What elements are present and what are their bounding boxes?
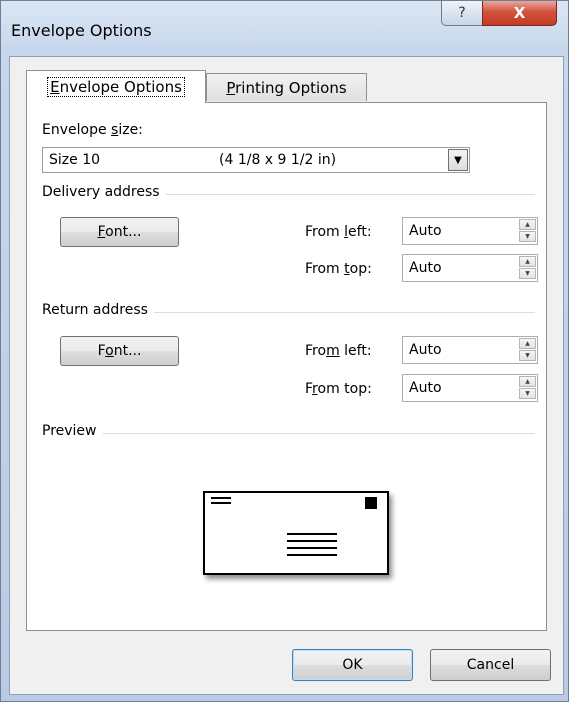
close-icon: X [513, 4, 526, 22]
spin-down-icon[interactable]: ▼ [519, 231, 536, 242]
spinner-value: Auto [409, 380, 442, 396]
spin-down-icon[interactable]: ▼ [519, 350, 536, 361]
return-address-line [211, 502, 231, 504]
envelope-size-name: Size 10 [49, 152, 101, 168]
spinner-value: Auto [409, 342, 442, 358]
delivery-address-line [287, 547, 337, 549]
envelope-options-panel: Envelope size: Size 10 (4 1/8 x 9 1/2 in… [26, 102, 547, 631]
delivery-from-top-spinner[interactable]: Auto ▲ ▼ [402, 254, 538, 282]
delivery-from-top-label: From top: [305, 261, 372, 277]
spinner-value: Auto [409, 260, 442, 276]
envelope-size-dimensions: (4 1/8 x 9 1/2 in) [219, 152, 337, 168]
delivery-address-line [287, 540, 337, 542]
spin-up-icon[interactable]: ▲ [519, 376, 536, 387]
return-from-left-spinner[interactable]: Auto ▲ ▼ [402, 336, 538, 364]
cancel-button[interactable]: Cancel [430, 649, 551, 681]
delivery-address-line [287, 533, 337, 535]
return-from-top-spinner[interactable]: Auto ▲ ▼ [402, 374, 538, 402]
return-from-left-label: From left: [305, 343, 372, 359]
return-address-heading: Return address [42, 302, 154, 318]
stamp-icon [365, 497, 377, 509]
delivery-from-left-spinner[interactable]: Auto ▲ ▼ [402, 217, 538, 245]
tab-printing-options[interactable]: Printing Options [206, 73, 367, 101]
return-address-line [211, 497, 231, 499]
dialog-window: Envelope Options ? X Envelope Options Pr… [0, 0, 569, 702]
spin-down-icon[interactable]: ▼ [519, 268, 536, 279]
preview-heading: Preview [42, 423, 103, 439]
dropdown-arrow-icon[interactable]: ▼ [448, 149, 468, 171]
return-font-button[interactable]: Font... [60, 336, 179, 366]
spinner-value: Auto [409, 223, 442, 239]
spin-up-icon[interactable]: ▲ [519, 338, 536, 349]
tab-envelope-options[interactable]: Envelope Options [26, 70, 206, 103]
help-icon: ? [458, 5, 466, 21]
close-button[interactable]: X [482, 1, 557, 26]
return-from-top-label: From top: [305, 381, 372, 397]
envelope-size-select[interactable]: Size 10 (4 1/8 x 9 1/2 in) ▼ [42, 147, 470, 173]
delivery-from-left-label: From left: [305, 224, 372, 240]
tab-label: Printing Options [226, 78, 347, 97]
help-button[interactable]: ? [441, 1, 483, 26]
window-title: Envelope Options [11, 21, 152, 40]
delivery-address-heading: Delivery address [42, 184, 166, 200]
spin-up-icon[interactable]: ▲ [519, 256, 536, 267]
envelope-size-label: Envelope size: [42, 122, 143, 138]
delivery-address-line [287, 554, 337, 556]
envelope-preview [203, 491, 389, 575]
ok-button[interactable]: OK [292, 649, 413, 681]
preview-separator [42, 433, 535, 434]
spin-up-icon[interactable]: ▲ [519, 219, 536, 230]
dialog-body: Envelope Options Printing Options Envelo… [9, 56, 564, 695]
spin-down-icon[interactable]: ▼ [519, 388, 536, 399]
delivery-font-button[interactable]: Font... [60, 217, 179, 247]
tab-label: Envelope Options [47, 77, 185, 97]
